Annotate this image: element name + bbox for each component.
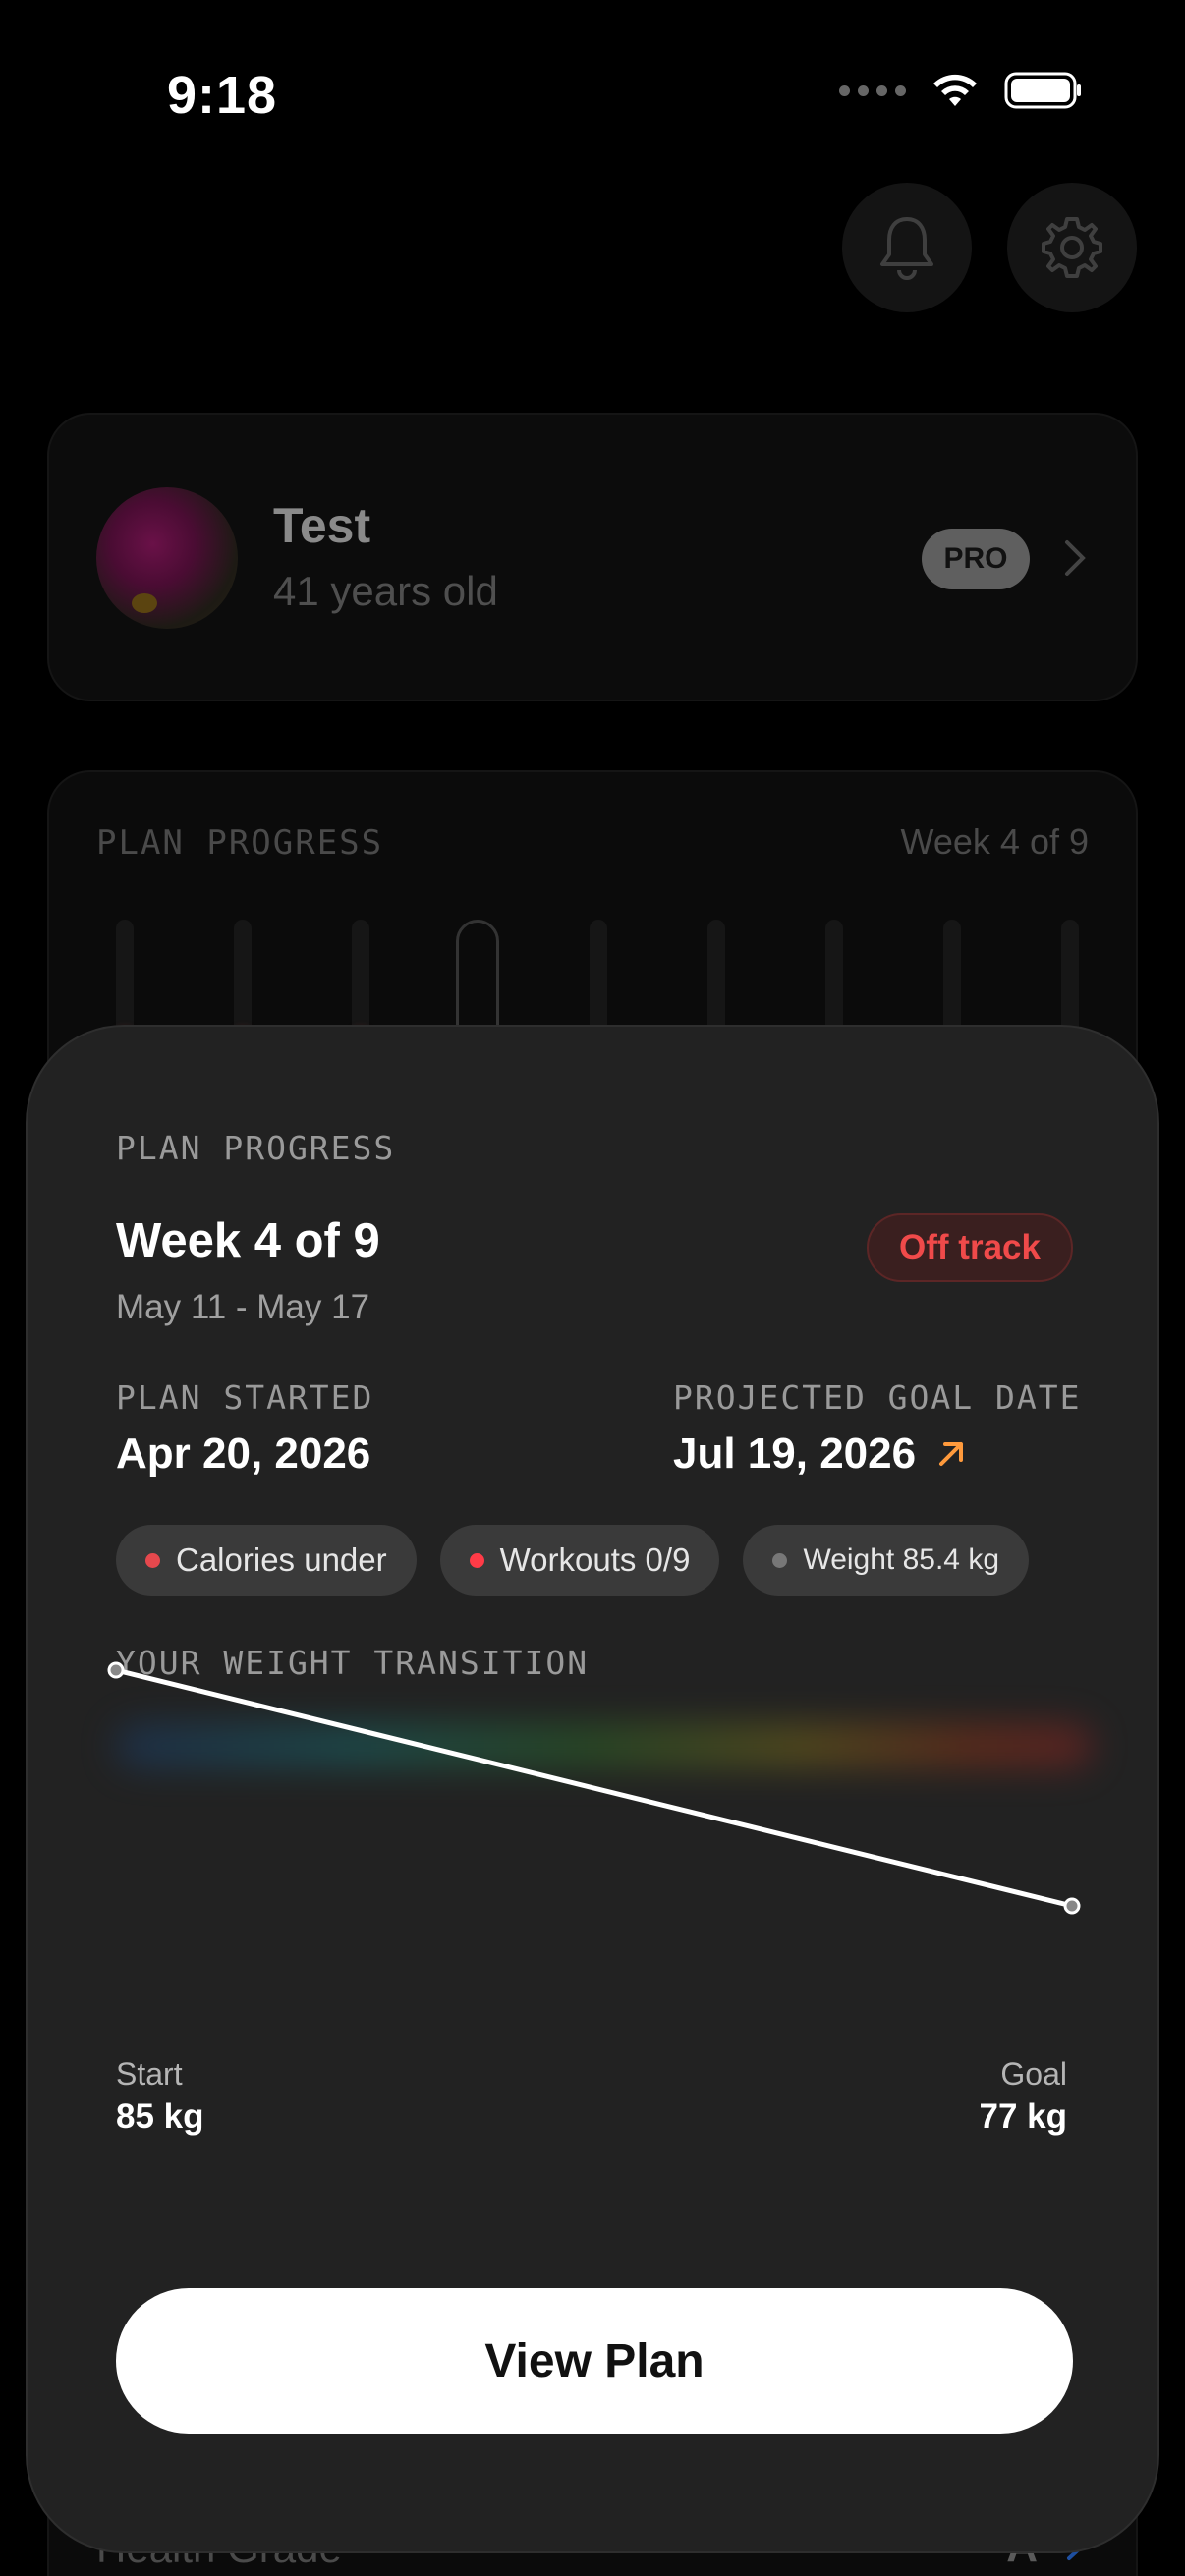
bell-icon (880, 217, 933, 280)
avatar (96, 487, 238, 629)
goal-point (1063, 1897, 1081, 1915)
chevron-right-icon (1065, 540, 1086, 576)
gear-icon (1042, 217, 1102, 278)
background-plan-title: PLAN PROGRESS (96, 823, 384, 863)
goal-label: Goal (1000, 2056, 1067, 2092)
view-plan-button[interactable]: View Plan (116, 2288, 1073, 2434)
goal-value: 77 kg (979, 2098, 1068, 2136)
pro-badge: PRO (922, 529, 1030, 589)
profile-card[interactable]: Test 41 years old PRO (47, 413, 1138, 701)
profile-name: Test (273, 498, 371, 553)
start-value: 85 kg (116, 2098, 204, 2136)
start-label: Start (116, 2056, 183, 2092)
settings-button[interactable] (1007, 183, 1137, 312)
start-point (107, 1661, 125, 1679)
plan-progress-sheet: PLAN PROGRESS Week 4 of 9 May 11 - May 1… (26, 1025, 1159, 2553)
profile-age: 41 years old (273, 568, 498, 614)
background-plan-week: Week 4 of 9 (900, 821, 1089, 862)
weight-line (113, 1667, 1075, 1909)
notifications-button[interactable] (842, 183, 972, 312)
